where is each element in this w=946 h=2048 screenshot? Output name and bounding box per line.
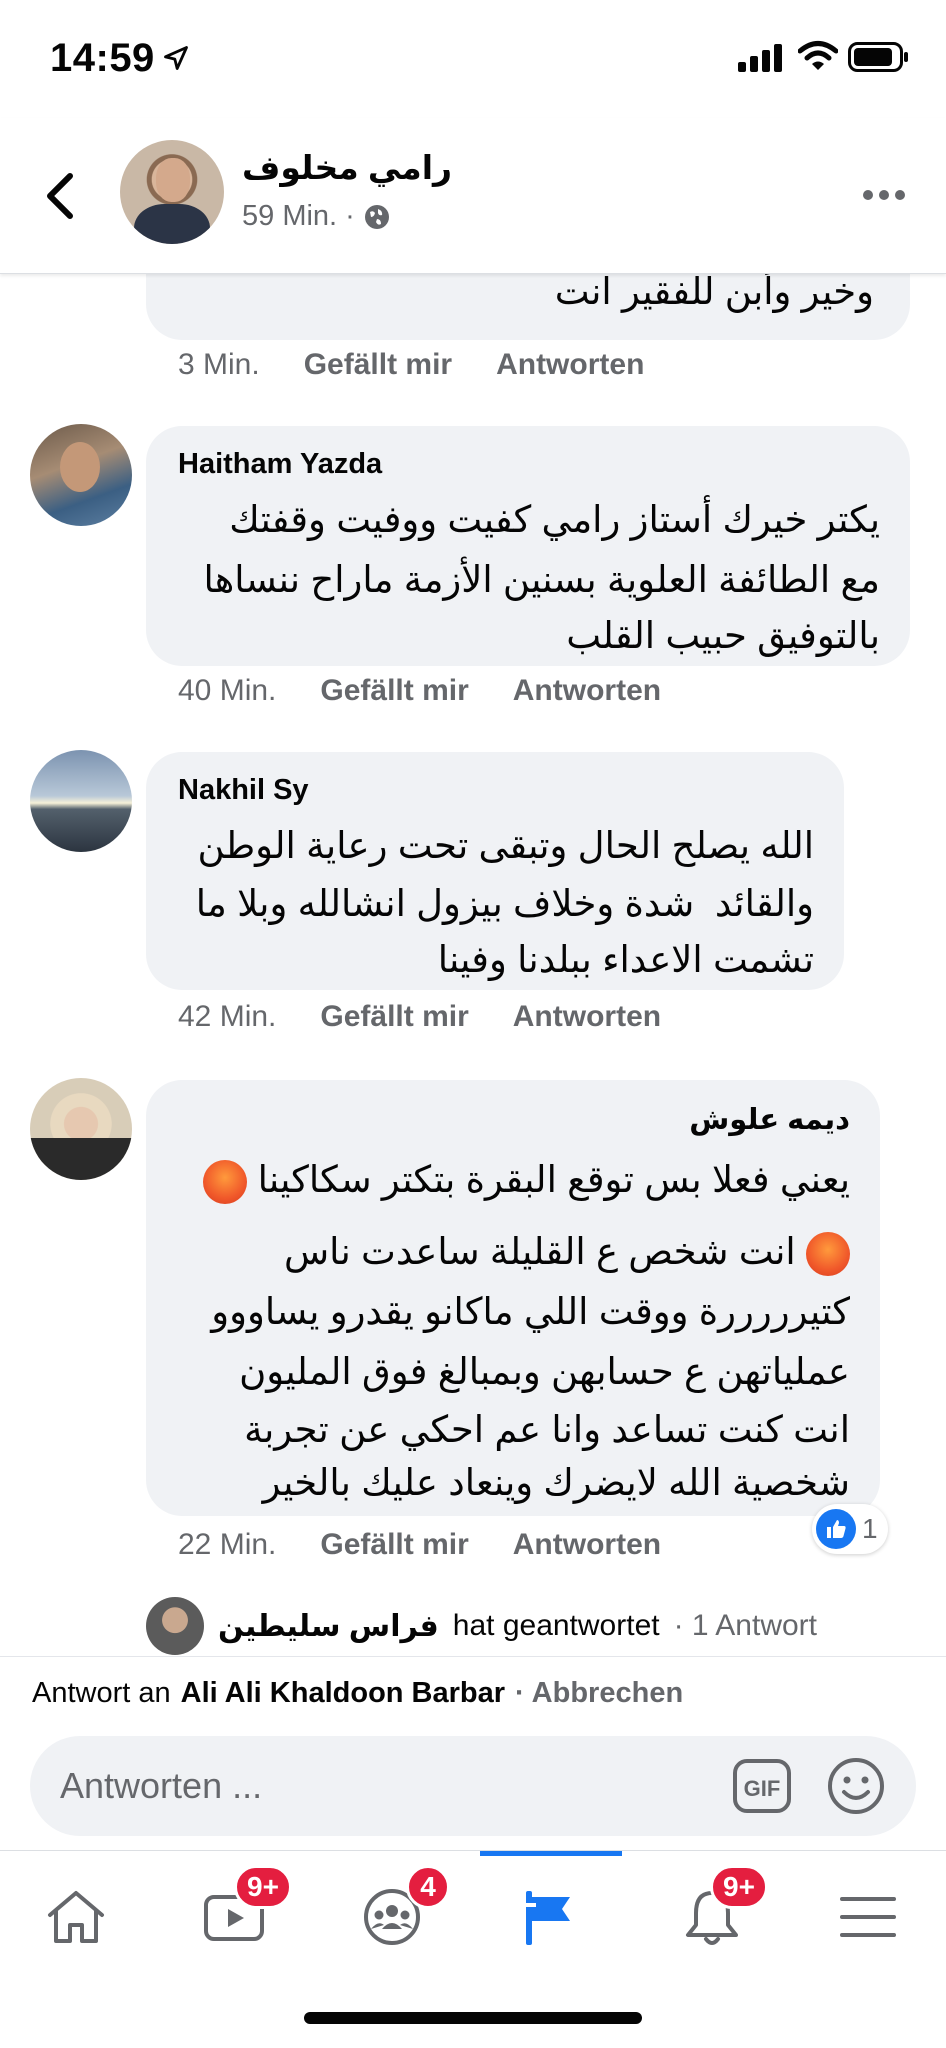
reply-composer: GIF — [30, 1736, 916, 1836]
commenter-avatar[interactable] — [30, 1078, 132, 1180]
post-header: رامي مخلوف 59 Min. · — [0, 118, 946, 274]
wifi-icon — [798, 41, 838, 70]
replied-text: hat geantwortet — [452, 1609, 660, 1642]
comment-text-line: يعني فعلا بس توقع البقرة بتكتر سكاكينا — [203, 1148, 850, 1212]
comment-actions: 40 Min. Gefällt mir Antworten — [178, 674, 661, 708]
angry-emoji-icon — [806, 1232, 850, 1277]
comment-actions: 22 Min. Gefällt mir Antworten — [178, 1528, 661, 1562]
cancel-reply-button[interactable]: · Abbrechen — [515, 1677, 683, 1710]
comment-author[interactable]: Nakhil Sy — [178, 774, 309, 807]
reply-button[interactable]: Antworten — [513, 1000, 661, 1034]
nav-groups[interactable]: 4 — [326, 1851, 456, 1971]
reply-button[interactable]: Antworten — [513, 1528, 661, 1562]
hamburger-menu-icon — [840, 1897, 896, 1937]
reply-button[interactable]: Antworten — [496, 348, 644, 382]
comment-text: انت شخص ع القليلة ساعدت ناس — [284, 1231, 796, 1272]
home-indicator[interactable] — [304, 2012, 642, 2024]
comment-text-line: الله يصلح الحال وتبقى تحت رعاية الوطن — [197, 825, 814, 866]
comment-text-line: يكتر خيرك أستاز رامي كفيت ووفيت وقفتك — [229, 499, 880, 540]
comment-text-line: مع الطائفة العلوية بسنين الأزمة ماراح نن… — [203, 559, 880, 600]
nav-watch[interactable]: 9+ — [168, 1851, 298, 1971]
nav-menu[interactable] — [802, 1851, 932, 1971]
comment-text-line: انت شخص ع القليلة ساعدت ناس — [284, 1220, 850, 1284]
comment-bubble: Haitham Yazda يكتر خيرك أستاز رامي كفيت … — [146, 426, 910, 666]
comment-time: 3 Min. — [178, 348, 260, 381]
gif-icon[interactable]: GIF — [732, 1758, 792, 1814]
author-avatar[interactable] — [120, 140, 224, 244]
comment-author[interactable]: Haitham Yazda — [178, 448, 382, 481]
view-replies-row[interactable]: فراس سليطين hat geantwortet · 1 Antwort — [146, 1596, 817, 1656]
video-badge: 9+ — [234, 1865, 292, 1909]
comment-text-line: شخصية الله لايضرك وينعاد عليك بالخير — [262, 1462, 850, 1503]
reply-target-banner: Antwort an Ali Ali Khaldoon Barbar · Abb… — [0, 1656, 946, 1730]
globe-icon — [364, 204, 389, 229]
groups-badge: 4 — [406, 1865, 450, 1909]
comment-author[interactable]: ديمه علوش — [689, 1102, 850, 1137]
battery-icon — [848, 42, 908, 72]
post-time: 59 Min. — [242, 200, 338, 232]
more-options-icon[interactable] — [862, 184, 906, 206]
commenter-avatar[interactable] — [30, 750, 132, 852]
commenter-avatar[interactable] — [30, 424, 132, 526]
flag-icon — [522, 1891, 570, 1945]
cellular-signal-icon — [738, 44, 782, 72]
location-arrow-icon — [164, 46, 188, 70]
status-time: 14:59 — [50, 36, 155, 80]
status-bar: 14:59 — [0, 0, 946, 118]
reply-input[interactable] — [60, 1756, 700, 1816]
like-button[interactable]: Gefällt mir — [304, 348, 452, 382]
comment-actions: 42 Min. Gefällt mir Antworten — [178, 1000, 661, 1034]
comment-actions: 3 Min. Gefällt mir Antworten — [178, 348, 644, 382]
nav-notifications[interactable]: 9+ — [646, 1851, 776, 1971]
author-name[interactable]: رامي مخلوف — [242, 148, 452, 187]
reply-count: · 1 Antwort — [673, 1609, 817, 1642]
meta-separator: · — [345, 200, 355, 232]
post-meta: 59 Min. · — [242, 200, 391, 233]
reply-button[interactable]: Antworten — [513, 674, 661, 708]
comment-text-line: انت كنت تساعد وانا عم احكي عن تجربة — [244, 1409, 850, 1450]
back-arrow-icon[interactable] — [38, 166, 84, 226]
reply-prefix: Antwort an — [32, 1677, 171, 1709]
replier-avatar — [146, 1597, 204, 1655]
comment-time: 40 Min. — [178, 674, 277, 707]
comment-bubble: Nakhil Sy الله يصلح الحال وتبقى تحت رعاي… — [146, 752, 844, 990]
comment-text: يعني فعلا بس توقع البقرة بتكتر سكاكينا — [257, 1159, 850, 1200]
comment-bubble: ديمه علوش يعني فعلا بس توقع البقرة بتكتر… — [146, 1080, 880, 1516]
angry-emoji-icon — [203, 1160, 248, 1205]
reaction-badge[interactable]: 1 — [812, 1504, 888, 1554]
comment-text-line: والقائد شدة وخلاف بيزول انشالله وبلا ما — [195, 883, 814, 924]
home-icon — [48, 1891, 104, 1943]
thumbs-up-icon — [816, 1509, 856, 1549]
comment-text-line: كتيرررررة ووقت اللي ماكانو يقدرو يساووو — [211, 1291, 850, 1332]
notifications-badge: 9+ — [710, 1865, 768, 1909]
comment-text-line: تشمت الاعداء ببلدنا وفينا — [437, 939, 814, 980]
like-button[interactable]: Gefällt mir — [320, 1528, 468, 1562]
nav-pages[interactable] — [486, 1851, 616, 1971]
comment-text-line: عملياتهن ع حسابهن وبمبالغ فوق المليون — [239, 1351, 850, 1392]
reply-target-name: Ali Ali Khaldoon Barbar — [180, 1677, 506, 1709]
comment-time: 42 Min. — [178, 1000, 277, 1033]
like-button[interactable]: Gefällt mir — [320, 1000, 468, 1034]
comment-text-line: بالتوفيق حبيب القلب — [566, 615, 880, 656]
comment-time: 22 Min. — [178, 1528, 277, 1561]
nav-home[interactable] — [10, 1851, 140, 1971]
gif-label: GIF — [744, 1776, 781, 1801]
reaction-count: 1 — [862, 1513, 878, 1544]
emoji-icon[interactable] — [826, 1756, 886, 1816]
replier-name: فراس سليطين — [218, 1609, 439, 1643]
like-button[interactable]: Gefällt mir — [320, 674, 468, 708]
